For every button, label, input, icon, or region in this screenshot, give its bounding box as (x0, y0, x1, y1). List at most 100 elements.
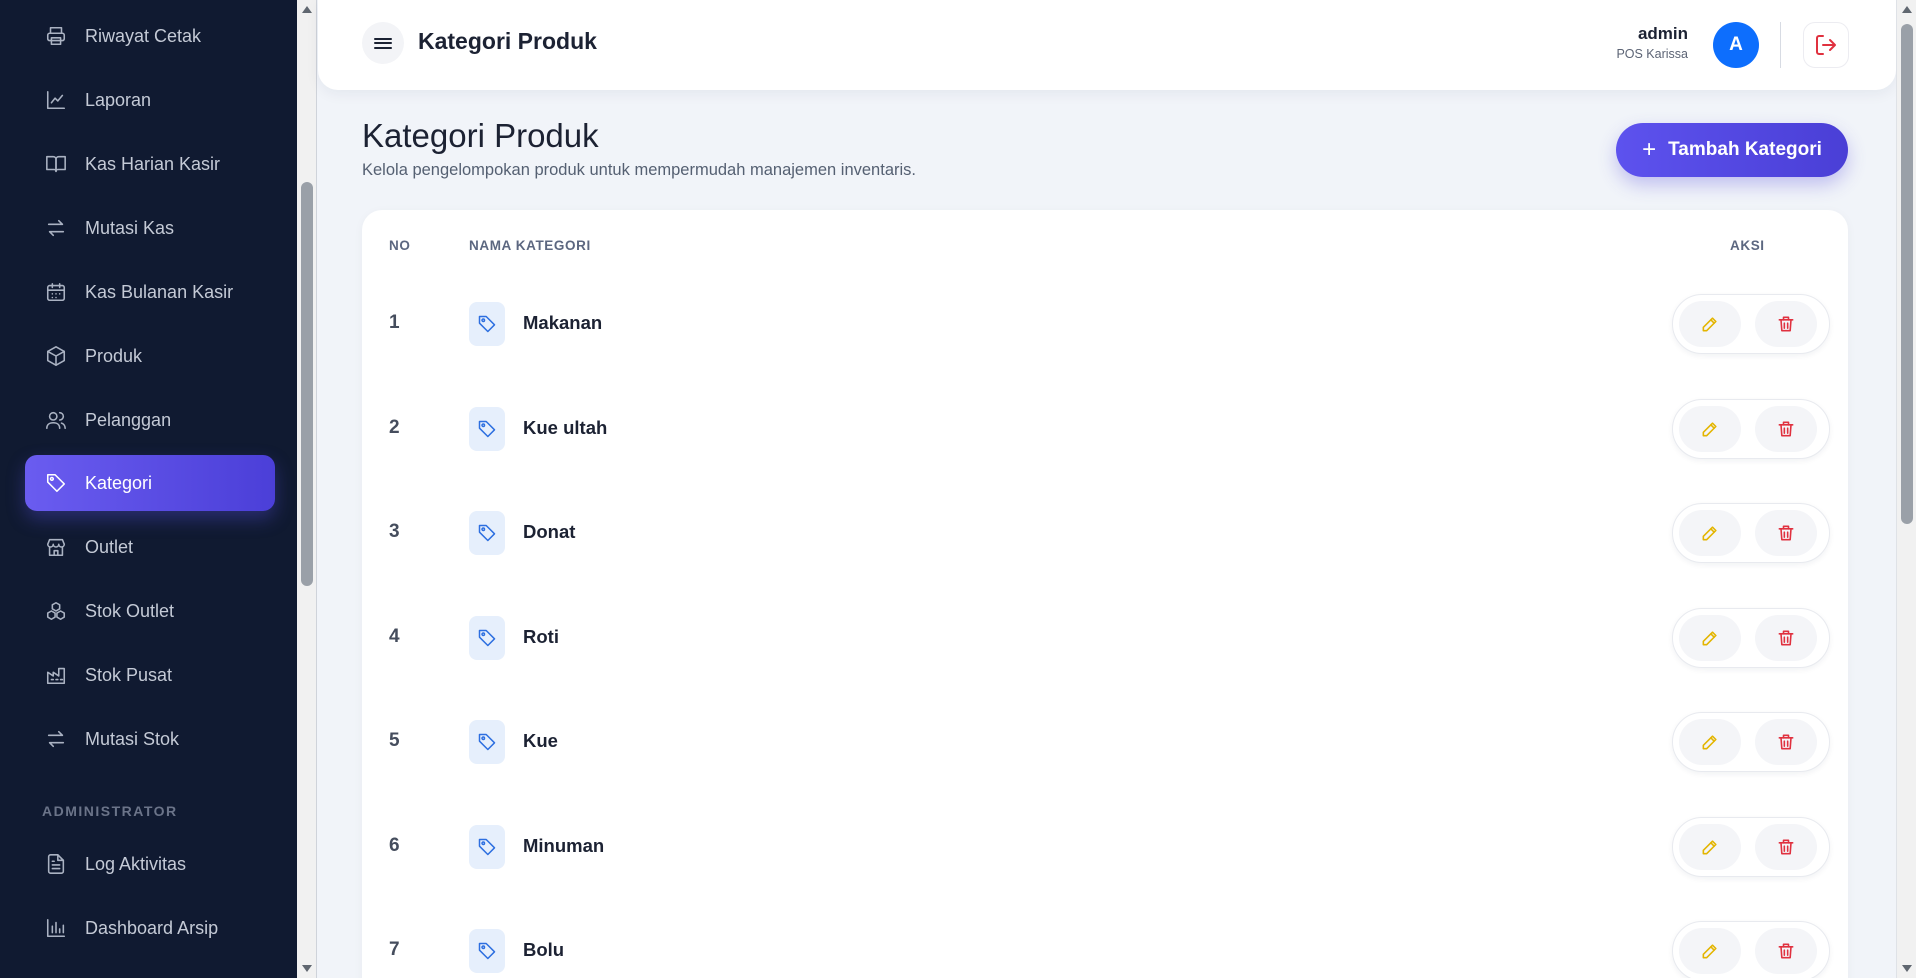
category-name: Minuman (523, 834, 605, 856)
menu-toggle-button[interactable] (362, 22, 404, 64)
row-actions (1672, 294, 1830, 354)
row-number: 4 (389, 625, 400, 647)
sidebar-item-mutasi-kas[interactable]: Mutasi Kas (25, 200, 275, 256)
edit-button[interactable] (1679, 405, 1741, 452)
sidebar-item-label: Kas Bulanan Kasir (85, 281, 234, 302)
scroll-down-arrow-icon[interactable] (1902, 965, 1912, 972)
trash-icon (1776, 523, 1796, 543)
category-name: Bolu (523, 939, 565, 960)
category-name: Kue ultah (523, 416, 608, 438)
sidebar-item-dashboard-arsip[interactable]: Dashboard Arsip (25, 900, 275, 956)
trash-icon (1776, 314, 1796, 334)
row-number: 2 (389, 416, 400, 438)
sidebar-section-label: ADMINISTRATOR (42, 803, 178, 819)
store-icon (45, 536, 67, 558)
sidebar-item-produk[interactable]: Produk (25, 328, 275, 384)
sidebar-item-label: Log Aktivitas (85, 853, 187, 874)
sidebar-item-stok-pusat[interactable]: Stok Pusat (25, 647, 275, 703)
sidebar-item-label: Mutasi Stok (85, 728, 180, 749)
line-chart-icon (45, 89, 67, 111)
avatar[interactable]: A (1713, 22, 1759, 68)
header-divider (1780, 22, 1781, 68)
sidebar-item-pelanggan[interactable]: Pelanggan (25, 392, 275, 448)
row-actions (1672, 712, 1830, 772)
category-name: Donat (523, 521, 576, 542)
pencil-icon (1700, 941, 1720, 961)
add-category-label: Tambah Kategori (1668, 139, 1822, 160)
row-actions (1672, 816, 1830, 877)
sidebar-item-kategori[interactable]: Kategori (25, 455, 275, 511)
column-header-aksi: AKSI (1730, 238, 1765, 253)
sidebar-item-label: Stok Pusat (85, 664, 173, 685)
sidebar-item-kas-harian-kasir[interactable]: Kas Harian Kasir (25, 136, 275, 192)
trash-icon (1776, 837, 1796, 857)
row-number: 5 (389, 730, 400, 751)
table-row: 1 Makanan (362, 272, 1848, 376)
trash-icon (1776, 419, 1796, 439)
pencil-icon (1700, 523, 1720, 543)
sidebar-item-log-aktivitas[interactable]: Log Aktivitas (25, 836, 275, 892)
delete-button[interactable] (1755, 405, 1817, 452)
row-actions (1672, 607, 1830, 668)
sidebar-item-label: Stok Outlet (85, 600, 175, 621)
add-category-button[interactable]: + Tambah Kategori (1616, 123, 1848, 177)
edit-button[interactable] (1679, 823, 1741, 870)
delete-button[interactable] (1755, 719, 1817, 765)
delete-button[interactable] (1755, 510, 1817, 556)
edit-button[interactable] (1679, 928, 1741, 974)
table-row: 3 Donat (362, 481, 1848, 585)
sidebar-scrollbar[interactable] (297, 0, 317, 978)
tag-icon (45, 472, 67, 494)
arrows-swap-icon (45, 728, 67, 750)
sidebar-item-label: Outlet (85, 536, 134, 557)
page-scroll-thumb[interactable] (1901, 24, 1913, 524)
users-icon (45, 409, 67, 431)
sidebar-item-label: Laporan (85, 89, 152, 110)
sidebar-item-label: Dashboard Arsip (85, 917, 219, 938)
column-header-nama-kategori: NAMA KATEGORI (469, 238, 591, 253)
table-row: 4 Roti (362, 586, 1848, 690)
scroll-up-arrow-icon[interactable] (302, 6, 312, 13)
sidebar-item-laporan[interactable]: Laporan (25, 72, 275, 128)
page-scrollbar[interactable] (1896, 0, 1916, 978)
scroll-up-arrow-icon[interactable] (1902, 6, 1912, 13)
edit-button[interactable] (1679, 719, 1741, 765)
logout-icon (1816, 35, 1836, 55)
sidebar-item-kas-bulanan-kasir[interactable]: Kas Bulanan Kasir (25, 264, 275, 320)
header-title: Kategori Produk (418, 28, 597, 54)
scroll-down-arrow-icon[interactable] (302, 965, 312, 972)
category-table: NO NAMA KATEGORI AKSI 1 Makanan 2 Kue ultah… (362, 210, 1848, 978)
table-row: 6 Minuman (362, 795, 1848, 899)
sidebar-item-outlet[interactable]: Outlet (25, 519, 275, 575)
delete-button[interactable] (1755, 301, 1817, 347)
trash-icon (1776, 732, 1796, 752)
tag-icon (469, 406, 505, 451)
sidebar-item-riwayat-cetak[interactable]: Riwayat Cetak (25, 8, 275, 64)
box-icon (45, 345, 67, 367)
pencil-icon (1700, 314, 1720, 334)
edit-button[interactable] (1679, 510, 1741, 556)
category-name: Roti (523, 625, 559, 647)
sidebar-scroll-thumb[interactable] (301, 182, 313, 586)
edit-button[interactable] (1679, 614, 1741, 661)
edit-button[interactable] (1679, 301, 1741, 347)
delete-button[interactable] (1755, 614, 1817, 661)
table-row: 5 Kue (362, 690, 1848, 794)
sidebar-item-mutasi-stok[interactable]: Mutasi Stok (25, 711, 275, 767)
logout-button[interactable] (1803, 22, 1849, 68)
row-actions (1672, 398, 1830, 459)
tag-icon (469, 720, 505, 764)
sidebar-item-label: Pelanggan (85, 409, 172, 430)
boxes-icon (45, 600, 67, 622)
delete-button[interactable] (1755, 823, 1817, 870)
tag-icon (469, 824, 505, 869)
row-number: 7 (389, 939, 400, 960)
arrows-swap-icon (45, 217, 67, 239)
delete-button[interactable] (1755, 928, 1817, 974)
trash-icon (1776, 941, 1796, 961)
sidebar-item-stok-outlet[interactable]: Stok Outlet (25, 583, 275, 639)
pencil-icon (1700, 628, 1720, 648)
row-number: 6 (389, 834, 400, 856)
printer-icon (45, 25, 67, 47)
hamburger-icon (374, 35, 392, 51)
